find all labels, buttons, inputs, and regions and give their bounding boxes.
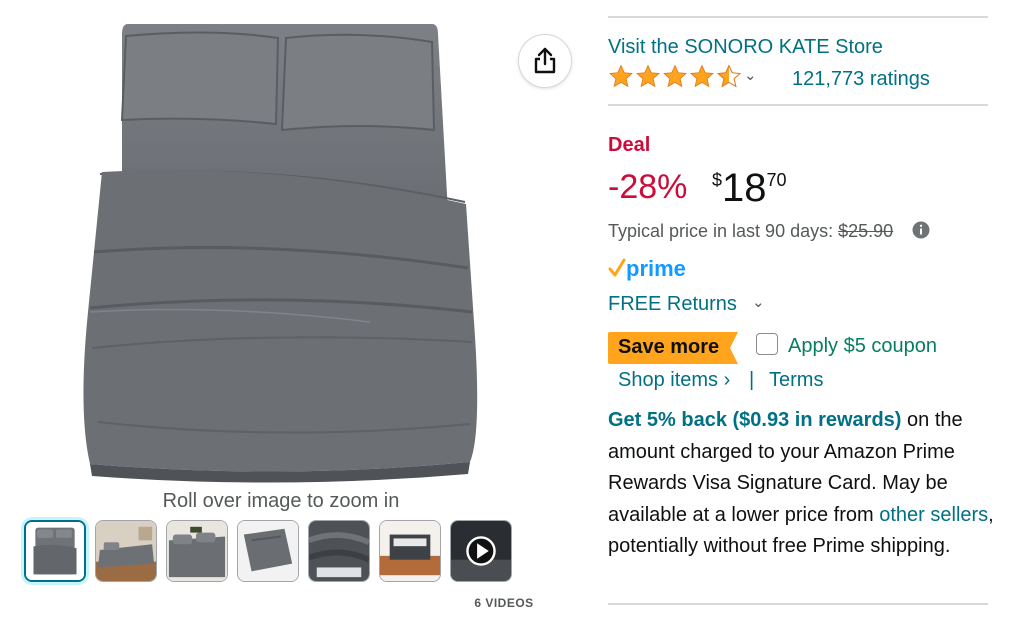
rewards-offer: Get 5% back ($0.93 in rewards) on the am… <box>608 405 998 563</box>
share-icon <box>534 47 556 74</box>
typical-price: Typical price in last 90 days: $25.90 <box>608 221 893 242</box>
thumbnail-packaged-sheets[interactable] <box>379 520 441 582</box>
star-rating[interactable] <box>608 64 742 89</box>
videos-count-label: 6 VIDEOS <box>474 596 534 610</box>
price-whole: 18 <box>722 166 767 210</box>
star-icon <box>690 64 714 88</box>
rating-divider <box>608 104 988 106</box>
coupon-label[interactable]: Apply $5 coupon <box>788 335 937 358</box>
zoom-hint: Roll over image to zoom in <box>162 490 400 512</box>
price-fraction: 70 <box>766 170 787 190</box>
thumbnail-strip <box>24 520 512 582</box>
typical-price-value: $25.90 <box>838 221 894 241</box>
price: $1870 <box>712 166 787 211</box>
store-link[interactable]: Visit the SONORO KATE Store <box>608 36 883 59</box>
info-icon[interactable] <box>912 221 930 239</box>
prime-badge: prime <box>608 256 686 282</box>
save-more-badge: Save more <box>608 332 740 364</box>
discount-percent: -28% <box>608 168 688 206</box>
price-symbol: $ <box>712 170 723 190</box>
free-returns-link[interactable]: FREE Returns <box>608 293 737 316</box>
shop-items-link[interactable]: Shop items › <box>618 369 730 392</box>
prime-text: prime <box>626 256 686 281</box>
thumbnail-bed-with-pillows[interactable] <box>166 520 228 582</box>
deal-badge: Deal <box>608 134 651 156</box>
star-icon <box>609 64 633 88</box>
other-sellers-link[interactable]: other sellers <box>879 504 988 526</box>
bottom-divider <box>608 603 988 605</box>
rewards-highlight-link[interactable]: Get 5% back ($0.93 in rewards) <box>608 409 901 431</box>
typical-price-label: Typical price in last 90 days: <box>608 221 834 241</box>
link-separator: | <box>749 369 755 391</box>
thumbnail-bedroom-scene[interactable] <box>95 520 157 582</box>
coupon-checkbox[interactable] <box>756 333 778 355</box>
main-product-image[interactable] <box>70 12 490 487</box>
thumbnail-video[interactable] <box>450 520 512 582</box>
thumbnail-pillowcase[interactable] <box>237 520 299 582</box>
star-icon <box>636 64 660 88</box>
thumbnail-bed-top-view[interactable] <box>24 520 86 582</box>
rating-chevron-down-icon[interactable]: ⌄ <box>744 66 757 84</box>
thumbnail-fabric-closeup[interactable] <box>308 520 370 582</box>
save-more-text: Save more <box>618 336 720 358</box>
star-icon <box>663 64 687 88</box>
top-divider <box>608 16 988 18</box>
ratings-count-link[interactable]: 121,773 ratings <box>792 68 930 91</box>
returns-chevron-down-icon[interactable]: ⌄ <box>752 293 765 311</box>
terms-link[interactable]: Terms <box>769 369 823 392</box>
half-star-icon <box>716 64 742 88</box>
share-button[interactable] <box>518 34 572 88</box>
prime-check-icon <box>608 258 626 277</box>
